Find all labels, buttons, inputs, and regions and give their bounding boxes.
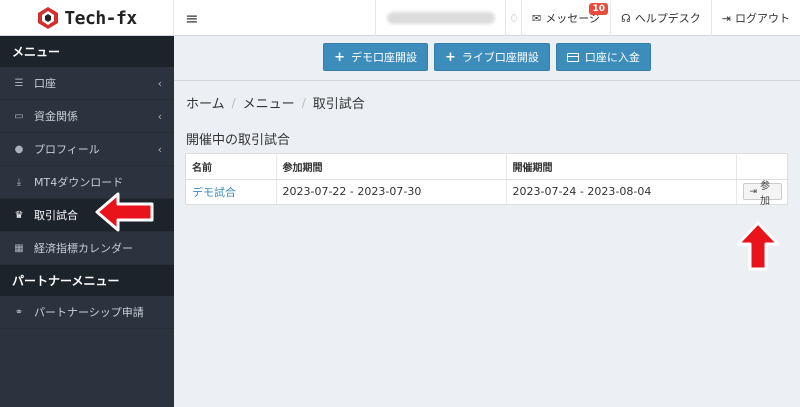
envelope-icon: ✉ <box>532 11 542 25</box>
sidebar-item-label: 経済指標カレンダー <box>34 242 133 255</box>
headset-icon: ☊ <box>621 11 631 25</box>
breadcrumb-menu[interactable]: メニュー <box>243 93 295 112</box>
chevron-left-icon: ‹ <box>157 142 162 156</box>
breadcrumb-separator: / <box>231 95 236 110</box>
sign-in-icon: ⇥ <box>749 186 758 197</box>
download-icon: ⤓ <box>16 176 22 188</box>
breadcrumb-current: 取引試合 <box>312 97 365 112</box>
join-button[interactable]: ⇥ 参加 <box>742 181 782 207</box>
sidebar-item-label: プロフィール <box>34 143 100 156</box>
calendar-icon: ▦ <box>14 242 24 254</box>
sidebar-item-label: 口座 <box>34 77 56 90</box>
trophy-icon: ♛ <box>14 209 24 221</box>
main-content: + デモ口座開設 + ライブ口座開設 口座に入金 ホーム / メニュー / 取引… <box>174 36 800 407</box>
japan-flag-icon <box>511 15 516 21</box>
handshake-icon: ⚭ <box>14 306 24 318</box>
participation-period: 2023-07-22 - 2023-07-30 <box>276 179 507 204</box>
user-icon: ● <box>14 143 24 155</box>
contest-table: 名前 参加期間 開催期間 デモ試合 2023-07-22 - 2023-07-3… <box>185 153 788 207</box>
sidebar-item-partnership-application[interactable]: ⚭ パートナーシップ申請 <box>0 296 174 329</box>
logout-label: ログアウト <box>735 12 790 25</box>
messages-badge: 10 <box>589 3 608 15</box>
breadcrumb-home[interactable]: ホーム <box>186 93 225 112</box>
annotation-arrow-up-icon <box>736 221 780 271</box>
column-header-event-period: 開催期間 <box>506 154 737 180</box>
annotation-arrow-left-icon <box>95 192 154 232</box>
column-header-action <box>736 154 787 180</box>
user-name-blurred[interactable] <box>375 0 505 36</box>
contest-name-link[interactable]: デモ試合 <box>192 186 236 199</box>
top-navbar: Tech-fx ≡ ✉ メッセージ 10 ☊ ヘルプデスク ⇥ ログアウト <box>0 0 800 36</box>
column-header-name: 名前 <box>186 154 277 180</box>
sidebar-partner-header: パートナーメニュー <box>0 265 174 296</box>
table-header-row: 名前 参加期間 開催期間 <box>186 154 787 180</box>
join-label: 参加 <box>760 180 771 207</box>
hamburger-icon[interactable]: ≡ <box>174 0 210 36</box>
sidebar-item-profile[interactable]: ● プロフィール ‹ <box>0 133 174 166</box>
page-title: 開催中の取引試合 <box>186 133 291 148</box>
table-row: デモ試合 2023-07-22 - 2023-07-30 2023-07-24 … <box>186 179 787 207</box>
breadcrumb-separator: / <box>301 95 306 110</box>
event-period: 2023-07-24 - 2023-08-04 <box>506 179 737 204</box>
button-label: ライブ口座開設 <box>461 51 539 64</box>
plus-icon: + <box>334 49 345 65</box>
divider <box>174 80 800 81</box>
logo[interactable]: Tech-fx <box>0 0 174 36</box>
helpdesk-link[interactable]: ☊ ヘルプデスク <box>610 0 711 36</box>
sidebar-item-label: MT4ダウンロード <box>34 176 124 189</box>
sidebar-item-account[interactable]: ☰ 口座 ‹ <box>0 67 174 100</box>
logo-icon <box>38 7 59 29</box>
logout-link[interactable]: ⇥ ログアウト <box>710 0 800 36</box>
logo-text: Tech-fx <box>64 7 137 29</box>
helpdesk-label: ヘルプデスク <box>634 12 701 25</box>
credit-card-icon <box>566 52 579 62</box>
open-live-account-button[interactable]: + ライブ口座開設 <box>434 43 550 71</box>
chevron-left-icon: ‹ <box>157 76 162 90</box>
plus-icon: + <box>445 49 456 65</box>
open-demo-account-button[interactable]: + デモ口座開設 <box>323 43 428 71</box>
column-header-participation-period: 参加期間 <box>276 154 507 180</box>
wallet-icon: ▭ <box>14 110 24 122</box>
action-buttons: + デモ口座開設 + ライブ口座開設 口座に入金 <box>174 43 800 71</box>
sidebar-item-label: 資金関係 <box>34 110 78 123</box>
breadcrumb: ホーム / メニュー / 取引試合 <box>186 93 365 113</box>
sidebar-item-economic-calendar[interactable]: ▦ 経済指標カレンダー <box>0 232 174 265</box>
sidebar-menu-header: メニュー <box>0 36 174 67</box>
deposit-button[interactable]: 口座に入金 <box>555 43 651 71</box>
sidebar-item-label: パートナーシップ申請 <box>34 306 144 319</box>
button-label: 口座に入金 <box>584 51 640 64</box>
messages-link[interactable]: ✉ メッセージ 10 <box>521 0 610 36</box>
language-flag[interactable] <box>505 0 521 36</box>
sidebar-item-funds[interactable]: ▭ 資金関係 ‹ <box>0 100 174 133</box>
chevron-left-icon: ‹ <box>157 109 162 123</box>
sign-out-icon: ⇥ <box>721 11 731 25</box>
button-label: デモ口座開設 <box>351 51 417 64</box>
list-icon: ☰ <box>14 77 24 89</box>
